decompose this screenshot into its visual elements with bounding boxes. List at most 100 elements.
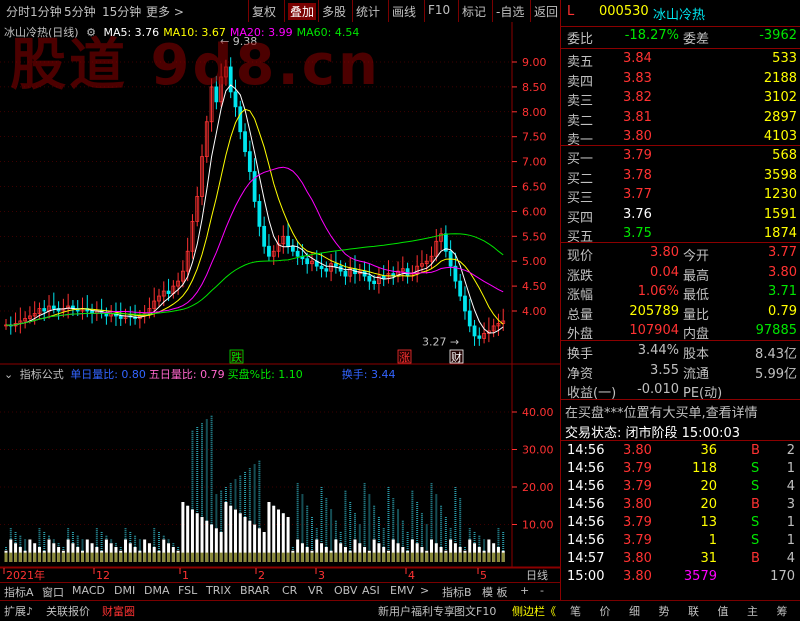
base-bar bbox=[425, 552, 429, 562]
toolbar-item-5[interactable]: 复权 bbox=[252, 3, 276, 20]
indicator-tab-1[interactable]: 窗口 bbox=[42, 584, 64, 600]
toolbar-item-1[interactable]: 1分钟 bbox=[30, 3, 62, 20]
stat-value: 1.06% bbox=[637, 284, 679, 299]
tick-price: 3.79 bbox=[623, 461, 652, 476]
indicator-tab-11[interactable]: ASI bbox=[362, 584, 380, 597]
ask-row[interactable]: 卖三 3.82 3102 bbox=[565, 90, 799, 109]
tick-price: 3.80 bbox=[623, 497, 652, 512]
base-bar bbox=[23, 552, 27, 562]
fund-value: 3.55 bbox=[650, 362, 679, 378]
price-tick-label: 7.50 bbox=[522, 131, 547, 144]
indicator-tab-8[interactable]: CR bbox=[282, 584, 297, 597]
bid-row[interactable]: 买三 3.77 1230 bbox=[565, 187, 799, 206]
base-bar bbox=[296, 552, 300, 562]
bid-row[interactable]: 买四 3.76 1591 bbox=[565, 207, 799, 226]
bid-price: 3.75 bbox=[623, 226, 652, 241]
toolbar-item-12[interactable]: -自选 bbox=[496, 3, 524, 20]
toolbar-item-3[interactable]: 15分钟 bbox=[102, 3, 141, 20]
base-bar bbox=[119, 552, 123, 562]
bid-row[interactable]: 买二 3.78 3598 bbox=[565, 168, 799, 187]
ma-label-2: MA20: 3.99 bbox=[229, 26, 293, 39]
base-bar bbox=[171, 552, 175, 562]
dropdown-icon[interactable]: ⌄ bbox=[4, 368, 13, 381]
base-bar bbox=[133, 552, 137, 562]
indicator-tab-5[interactable]: FSL bbox=[178, 584, 197, 597]
ask-row[interactable]: 卖五 3.84 533 bbox=[565, 51, 799, 70]
indicator-tab-0[interactable]: 指标A bbox=[4, 584, 34, 600]
detail-tab-7[interactable]: 筹 bbox=[777, 603, 788, 619]
indicator-tab-12[interactable]: EMV bbox=[390, 584, 414, 597]
detail-tab-4[interactable]: 联 bbox=[688, 603, 699, 619]
kline-chart[interactable]: 9.00 8.50 8.00 7.50 7.00 6.50 6.00 5.50 5.00 4.50… bbox=[0, 22, 560, 582]
indicator-name[interactable]: 指标公式 bbox=[20, 368, 64, 381]
toolbar-item-13[interactable]: 返回 bbox=[534, 3, 558, 20]
toolbar-separator bbox=[424, 0, 425, 22]
tick-count: 1 bbox=[786, 461, 795, 476]
detail-tab-0[interactable]: 笔 bbox=[570, 603, 581, 619]
tick-price: 3.80 bbox=[623, 443, 652, 458]
detail-tab-3[interactable]: 势 bbox=[659, 603, 670, 619]
tick-price: 3.80 bbox=[623, 569, 652, 584]
indicator-tab-14[interactable]: 指标B bbox=[442, 584, 472, 600]
candle-body bbox=[247, 151, 252, 172]
base-bar bbox=[224, 552, 228, 562]
indicator-tab-16[interactable]: + bbox=[520, 584, 529, 597]
status-left-0[interactable]: 扩展♪ bbox=[4, 603, 33, 619]
ask-row[interactable]: 卖四 3.83 2188 bbox=[565, 71, 799, 90]
base-bar bbox=[391, 552, 395, 562]
status-right-2[interactable]: 侧边栏《 bbox=[512, 603, 556, 619]
detail-tab-6[interactable]: 主 bbox=[747, 603, 758, 619]
indicator-tab-15[interactable]: 模 板 bbox=[482, 584, 508, 600]
toolbar-item-0[interactable]: 分时 bbox=[6, 3, 30, 20]
indicator-tab-7[interactable]: BRAR bbox=[240, 584, 270, 597]
tick-volume: 31 bbox=[700, 551, 717, 566]
toolbar-item-9[interactable]: 画线 bbox=[392, 3, 416, 20]
price-tick-label: 6.00 bbox=[522, 205, 547, 218]
indicator-tab-13[interactable]: > bbox=[420, 584, 429, 597]
indicator-tab-2[interactable]: MACD bbox=[72, 584, 105, 597]
indicator-tab-4[interactable]: DMA bbox=[144, 584, 170, 597]
indicator-tab-17[interactable]: - bbox=[540, 584, 544, 597]
toolbar-item-7[interactable]: 多股 bbox=[322, 3, 346, 20]
tick-row: 14:56 3.79 20 S 4 bbox=[565, 479, 799, 497]
indicator-tick-label: 20.00 bbox=[522, 481, 554, 494]
indicator-tab-6[interactable]: TRIX bbox=[206, 584, 231, 597]
toolbar-item-8[interactable]: 统计 bbox=[356, 3, 380, 20]
divider bbox=[561, 242, 800, 243]
tick-volume: 1 bbox=[708, 533, 717, 548]
toolbar-item-11[interactable]: 标记 bbox=[462, 3, 486, 20]
toolbar-item-10[interactable]: F10 bbox=[428, 3, 450, 17]
fund-label: 股本 bbox=[683, 347, 710, 362]
base-bar bbox=[501, 552, 505, 562]
indicator-tab-3[interactable]: DMI bbox=[114, 584, 135, 597]
base-bar bbox=[291, 552, 295, 562]
settings-icon[interactable]: ⚙ bbox=[86, 26, 96, 39]
toolbar-item-6[interactable]: 叠加 bbox=[288, 3, 317, 20]
status-right-1[interactable]: 图文F10 bbox=[454, 603, 496, 619]
base-bar bbox=[482, 552, 486, 562]
stat-label: 最高 bbox=[683, 268, 710, 284]
bid-row[interactable]: 买一 3.79 568 bbox=[565, 148, 799, 167]
base-bar bbox=[339, 552, 343, 562]
indicator-tab-10[interactable]: OBV bbox=[334, 584, 357, 597]
toolbar-item-2[interactable]: 5分钟 bbox=[64, 3, 96, 20]
base-bar bbox=[71, 552, 75, 562]
indicator-tab-9[interactable]: VR bbox=[308, 584, 323, 597]
tick-volume: 118 bbox=[692, 461, 717, 476]
ask-row[interactable]: 卖二 3.81 2897 bbox=[565, 110, 799, 129]
candle-body bbox=[477, 335, 482, 339]
fund-label: 净资 bbox=[567, 366, 594, 382]
toolbar-item-4[interactable]: 更多 > bbox=[146, 3, 184, 20]
base-bar bbox=[305, 552, 309, 562]
base-bar bbox=[453, 552, 457, 562]
status-right-0[interactable]: 新用户福利专享 bbox=[378, 603, 455, 619]
detail-tab-1[interactable]: 价 bbox=[600, 603, 611, 619]
stat-label: 今开 bbox=[683, 249, 710, 264]
status-left-2[interactable]: 财富圈 bbox=[102, 603, 135, 619]
status-left-1[interactable]: 关联报价 bbox=[46, 603, 90, 619]
big-order-notice[interactable]: 在买盘***位置有大买单,查看详情 bbox=[565, 402, 799, 421]
detail-tab-2[interactable]: 细 bbox=[629, 603, 640, 619]
bid-label: 买三 bbox=[567, 191, 594, 206]
chart-title: 冰山冷热(日线) bbox=[4, 26, 79, 39]
detail-tab-5[interactable]: 值 bbox=[718, 603, 729, 619]
